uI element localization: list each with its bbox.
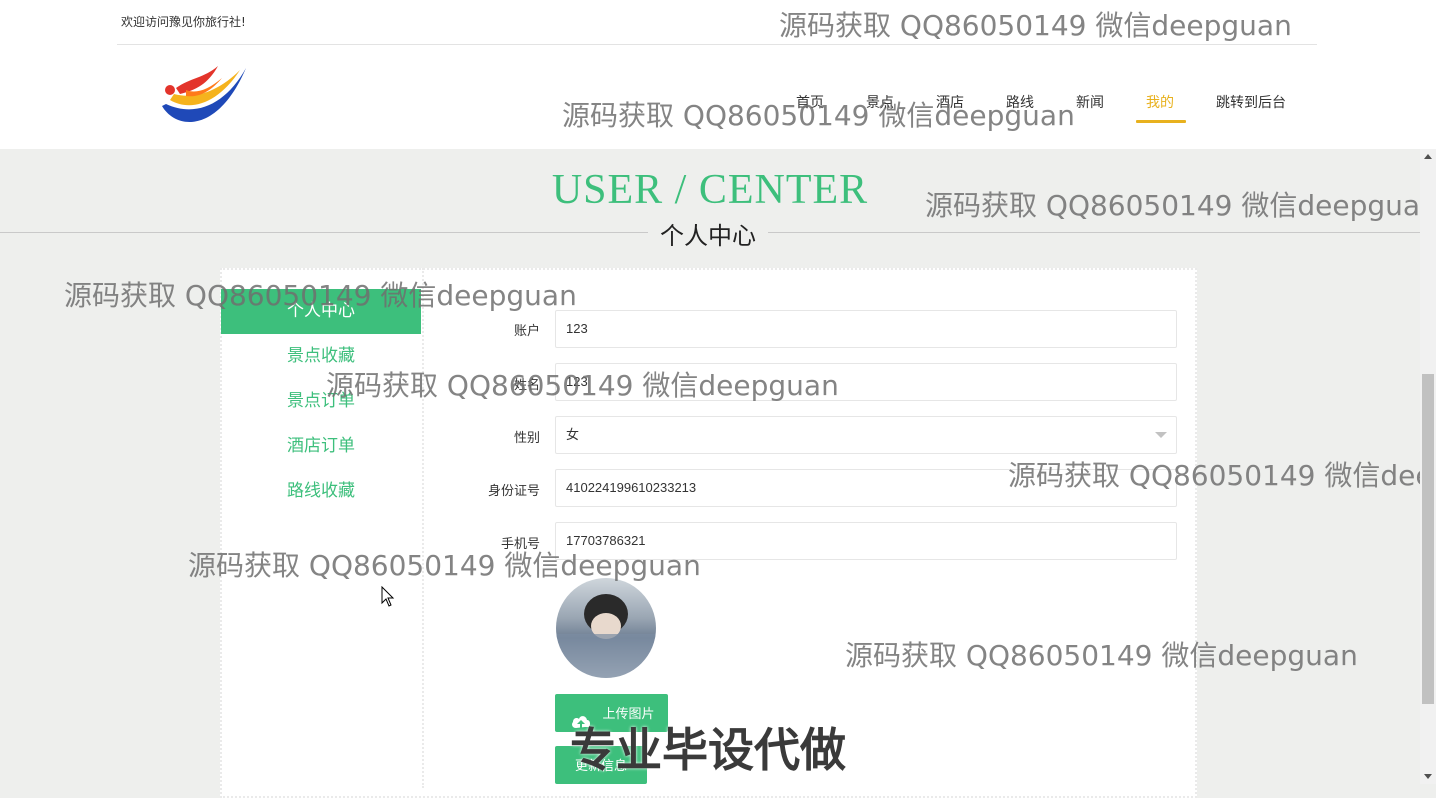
sidebar-divider — [422, 268, 424, 788]
nav-attractions[interactable]: 景点 — [866, 92, 894, 112]
sidebar-item-attraction-orders[interactable]: 景点订单 — [221, 379, 421, 424]
nav-routes[interactable]: 路线 — [1006, 92, 1034, 112]
scroll-up-icon[interactable] — [1424, 154, 1432, 159]
nav-news[interactable]: 新闻 — [1076, 92, 1104, 112]
chevron-down-icon — [1155, 432, 1167, 438]
scroll-down-icon[interactable] — [1424, 774, 1432, 779]
upload-image-button[interactable]: 上传图片 — [555, 694, 668, 732]
gender-label: 性别 — [513, 431, 540, 446]
nav-admin[interactable]: 跳转到后台 — [1216, 92, 1286, 112]
gender-select[interactable]: 女 — [555, 416, 1177, 454]
site-header: 欢迎访问豫见你旅行社! 首页 景点 酒店 路线 新闻 我的 跳转到后台 — [0, 0, 1436, 149]
upload-image-label: 上传图片 — [602, 706, 655, 721]
page-subtitle: 个人中心 — [648, 216, 768, 251]
sidebar-item-hotel-orders[interactable]: 酒店订单 — [221, 424, 421, 469]
sidebar-item-attraction-favorites[interactable]: 景点收藏 — [221, 334, 421, 379]
mouse-cursor-icon — [381, 585, 395, 612]
name-field[interactable]: 123 — [555, 363, 1177, 401]
sidebar-item-profile[interactable]: 个人中心 — [221, 289, 421, 334]
phone-field[interactable]: 17703786321 — [555, 522, 1177, 560]
nav-mine[interactable]: 我的 — [1146, 92, 1174, 112]
nav-hotels[interactable]: 酒店 — [936, 92, 964, 112]
phone-label: 手机号 — [500, 537, 540, 552]
name-label: 姓名 — [513, 378, 540, 393]
page-title: USER / CENTER — [551, 167, 869, 213]
update-info-button[interactable]: 更新信息 — [555, 746, 647, 784]
account-label: 账户 — [513, 324, 540, 339]
nav-home[interactable]: 首页 — [796, 92, 824, 112]
welcome-text: 欢迎访问豫见你旅行社! — [121, 15, 246, 29]
site-logo[interactable] — [156, 60, 252, 134]
avatar — [556, 578, 656, 678]
header-divider — [117, 44, 1317, 45]
scrollbar-thumb[interactable] — [1422, 374, 1434, 704]
cloud-upload-icon — [571, 706, 591, 744]
id-number-field[interactable]: 410224199610233213 — [555, 469, 1177, 507]
id-number-label: 身份证号 — [487, 484, 540, 499]
nav-active-indicator — [1136, 120, 1186, 123]
account-field[interactable]: 123 — [555, 310, 1177, 348]
sidebar-item-route-favorites[interactable]: 路线收藏 — [221, 469, 421, 514]
